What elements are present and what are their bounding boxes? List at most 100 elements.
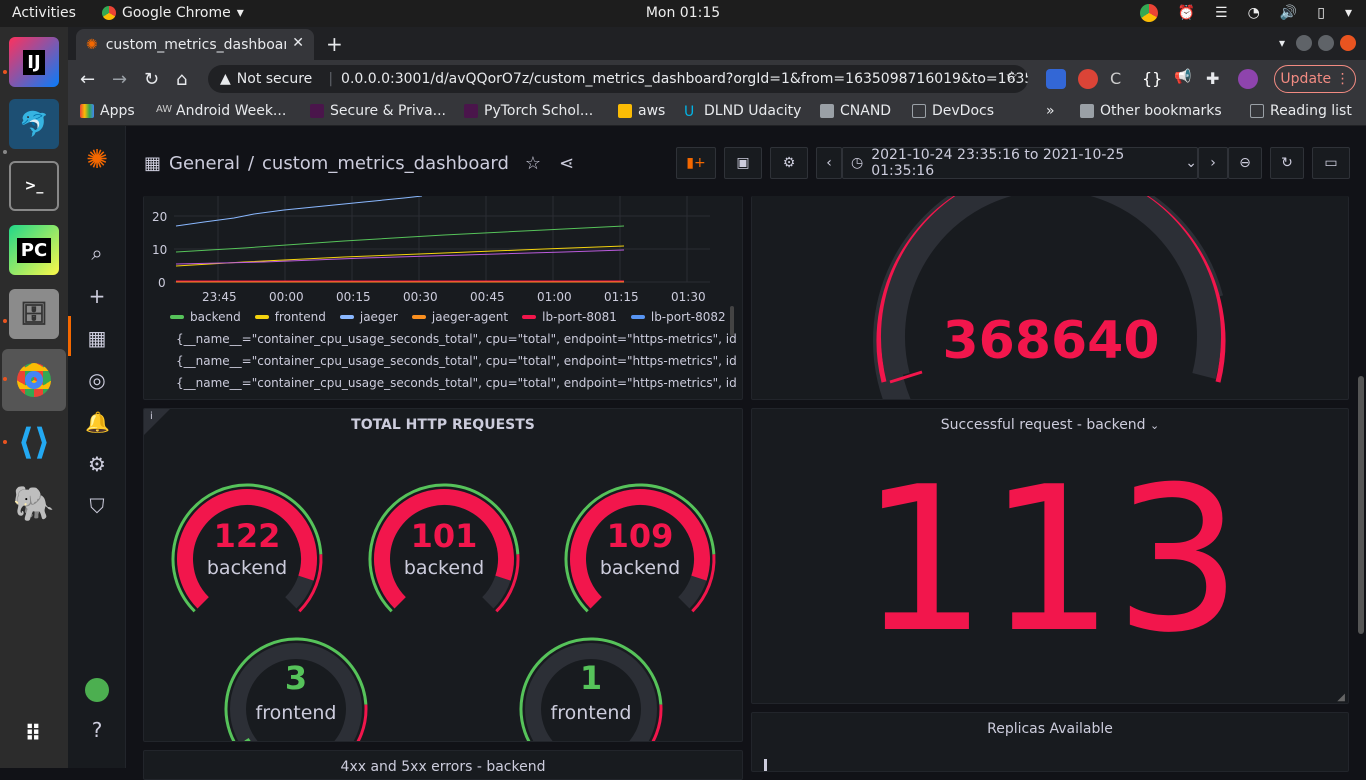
power-menu-icon[interactable]: ▾ — [1345, 5, 1352, 21]
aw-icon: AW — [156, 104, 173, 115]
minimize-icon[interactable] — [1296, 35, 1312, 51]
plus-icon[interactable]: + — [85, 284, 109, 308]
mysql-workbench-icon[interactable]: 🐬 — [9, 99, 59, 149]
breadcrumb-folder[interactable]: General — [169, 153, 240, 174]
tab-custom-metrics[interactable]: ✺ custom_metrics_dashboard ✕ — [76, 29, 314, 60]
resize-handle[interactable]: ◢ — [1337, 692, 1345, 703]
folder-icon — [1080, 104, 1094, 118]
new-tab-icon[interactable]: + — [326, 32, 343, 56]
wifi-icon[interactable]: ◔ — [1248, 5, 1260, 21]
alerting-bell-icon[interactable]: 🔔 — [85, 410, 110, 434]
extension-adblock-icon[interactable] — [1078, 69, 1098, 89]
legend-item[interactable]: frontend — [254, 310, 326, 324]
terminal-icon[interactable]: >_ — [9, 161, 59, 211]
update-button[interactable]: Update ⋮ — [1274, 65, 1356, 93]
app-menu[interactable]: Google Chrome ▾ — [102, 5, 244, 21]
more-bookmarks-button[interactable]: » — [1046, 103, 1055, 119]
share-icon[interactable]: ⋖ — [559, 153, 574, 174]
extensions-puzzle-icon[interactable]: ✚ — [1206, 69, 1226, 89]
other-bookmarks[interactable]: Other bookmarks — [1080, 103, 1222, 119]
bookmark-devdocs[interactable]: DevDocs — [912, 103, 994, 119]
files-icon[interactable]: 🗄 — [9, 289, 59, 339]
extension-p-icon[interactable] — [1046, 69, 1066, 89]
page-scrollbar[interactable] — [1358, 376, 1364, 634]
legend-item-long[interactable]: {__name__="container_cpu_usage_seconds_t… — [170, 376, 736, 390]
extension-c-icon[interactable]: C — [1110, 69, 1130, 89]
legend-item-long[interactable]: {__name__="container_cpu_usage_seconds_t… — [170, 354, 736, 368]
bookmark-aws[interactable]: aws — [618, 103, 665, 119]
alarm-icon[interactable]: ⏰ — [1178, 5, 1195, 21]
time-forward-chevron-icon[interactable]: › — [1198, 147, 1228, 179]
star-icon[interactable]: ☆ — [525, 153, 541, 174]
show-applications-icon[interactable]: ⠿ — [9, 709, 59, 759]
legend-item[interactable]: jaeger-agent — [411, 310, 508, 324]
grafana-logo-icon[interactable]: ✺ — [85, 147, 109, 173]
bookmark-cnand[interactable]: CNAND — [820, 103, 891, 119]
legend-item[interactable]: jaeger — [339, 310, 398, 324]
home-icon[interactable]: ⌂ — [176, 69, 187, 90]
save-dashboard-icon[interactable]: ▣ — [724, 147, 762, 179]
profile-avatar[interactable] — [1238, 69, 1258, 89]
tv-mode-icon[interactable]: ▭ — [1312, 147, 1350, 179]
time-range-picker[interactable]: ◷ 2021-10-24 23:35:16 to 2021-10-25 01:3… — [842, 147, 1198, 179]
legend-item[interactable]: lb-port-8082 — [630, 310, 726, 324]
user-avatar[interactable] — [85, 678, 109, 702]
breadcrumb-dashboard[interactable]: custom_metrics_dashboard — [262, 153, 509, 174]
bookmark-star-icon[interactable]: ☆ — [1005, 69, 1018, 85]
back-icon[interactable]: ← — [80, 69, 95, 90]
dashboard-settings-gear-icon[interactable]: ⚙ — [770, 147, 808, 179]
chrome-dock-icon[interactable] — [2, 349, 66, 411]
legend-swatch — [630, 315, 645, 319]
bookmark-android-weekly[interactable]: AW Android Week... — [156, 103, 286, 119]
chrome-tray-icon[interactable] — [1139, 4, 1158, 22]
bookmark-pytorch[interactable]: PyTorch Schol... — [464, 103, 593, 119]
legend-item[interactable]: backend — [170, 310, 241, 324]
intellij-icon[interactable]: IJ — [9, 37, 59, 87]
panel-title: Successful request - backend — [940, 417, 1146, 433]
grid-lines — [174, 196, 710, 283]
bookmark-apps[interactable]: Apps — [80, 103, 135, 119]
configuration-gear-icon[interactable]: ⚙ — [85, 452, 109, 476]
forward-icon[interactable]: → — [112, 69, 127, 90]
vscode-icon[interactable]: ⟨⟩ — [9, 417, 59, 467]
devdocs-icon — [912, 104, 926, 118]
battery-icon[interactable]: ▯ — [1317, 5, 1325, 21]
help-icon[interactable]: ? — [85, 718, 109, 742]
legend-label: backend — [190, 310, 241, 324]
legend-item-long[interactable]: {__name__="container_cpu_usage_seconds_t… — [170, 332, 736, 346]
close-window-icon[interactable] — [1340, 35, 1356, 51]
legend-item[interactable]: lb-port-8081 — [522, 310, 617, 324]
address-bar[interactable]: ▲ Not secure | 0.0.0.0:3001/d/avQQorO7z/… — [208, 65, 1028, 93]
chrome-tab-strip: ✺ custom_metrics_dashboard ✕ + ▾ — [68, 27, 1366, 60]
add-panel-button[interactable]: ▮+ — [676, 147, 716, 179]
maximize-icon[interactable] — [1318, 35, 1334, 51]
close-tab-icon[interactable]: ✕ — [292, 35, 304, 51]
search-icon[interactable]: ⌕ — [85, 241, 109, 265]
pycharm-icon[interactable]: PC — [9, 225, 59, 275]
series-line-jaeger — [175, 196, 423, 227]
explore-compass-icon[interactable]: ◎ — [85, 368, 109, 392]
extension-json-icon[interactable]: {} — [1142, 69, 1162, 89]
reading-list[interactable]: Reading list — [1250, 103, 1352, 119]
panel-title-row[interactable]: Successful request - backend ⌄ — [752, 417, 1348, 433]
extension-megaphone-icon[interactable]: 📢 — [1174, 69, 1194, 89]
shield-icon[interactable]: ⛉ — [85, 494, 109, 518]
dashboards-icon[interactable]: ▦ — [85, 326, 109, 350]
x-tick: 00:00 — [269, 290, 304, 304]
bookmark-secure-privacy[interactable]: Secure & Priva... — [310, 103, 446, 119]
box-icon — [618, 104, 632, 118]
tab-search-icon[interactable]: ▾ — [1274, 35, 1290, 51]
system-tray: ⏰ ☰ ◔ 🔊 ▯ ▾ — [1139, 4, 1352, 22]
refresh-icon[interactable]: ↻ — [1270, 147, 1304, 179]
activities-button[interactable]: Activities — [12, 5, 76, 21]
gauge-value: 1 — [579, 659, 603, 697]
legend-scrollbar[interactable] — [730, 306, 734, 336]
time-back-chevron-icon[interactable]: ‹ — [816, 147, 842, 179]
pgadmin-icon[interactable]: 🐘 — [9, 479, 59, 529]
bookmark-dlnd[interactable]: U DLND Udacity — [684, 103, 801, 120]
zoom-out-icon[interactable]: ⊖ — [1228, 147, 1262, 179]
reload-icon[interactable]: ↻ — [144, 69, 159, 90]
big-gauge-panel: 368640 — [751, 196, 1349, 400]
volume-icon[interactable]: 🔊 — [1280, 5, 1297, 21]
menu-icon[interactable]: ☰ — [1215, 5, 1228, 21]
